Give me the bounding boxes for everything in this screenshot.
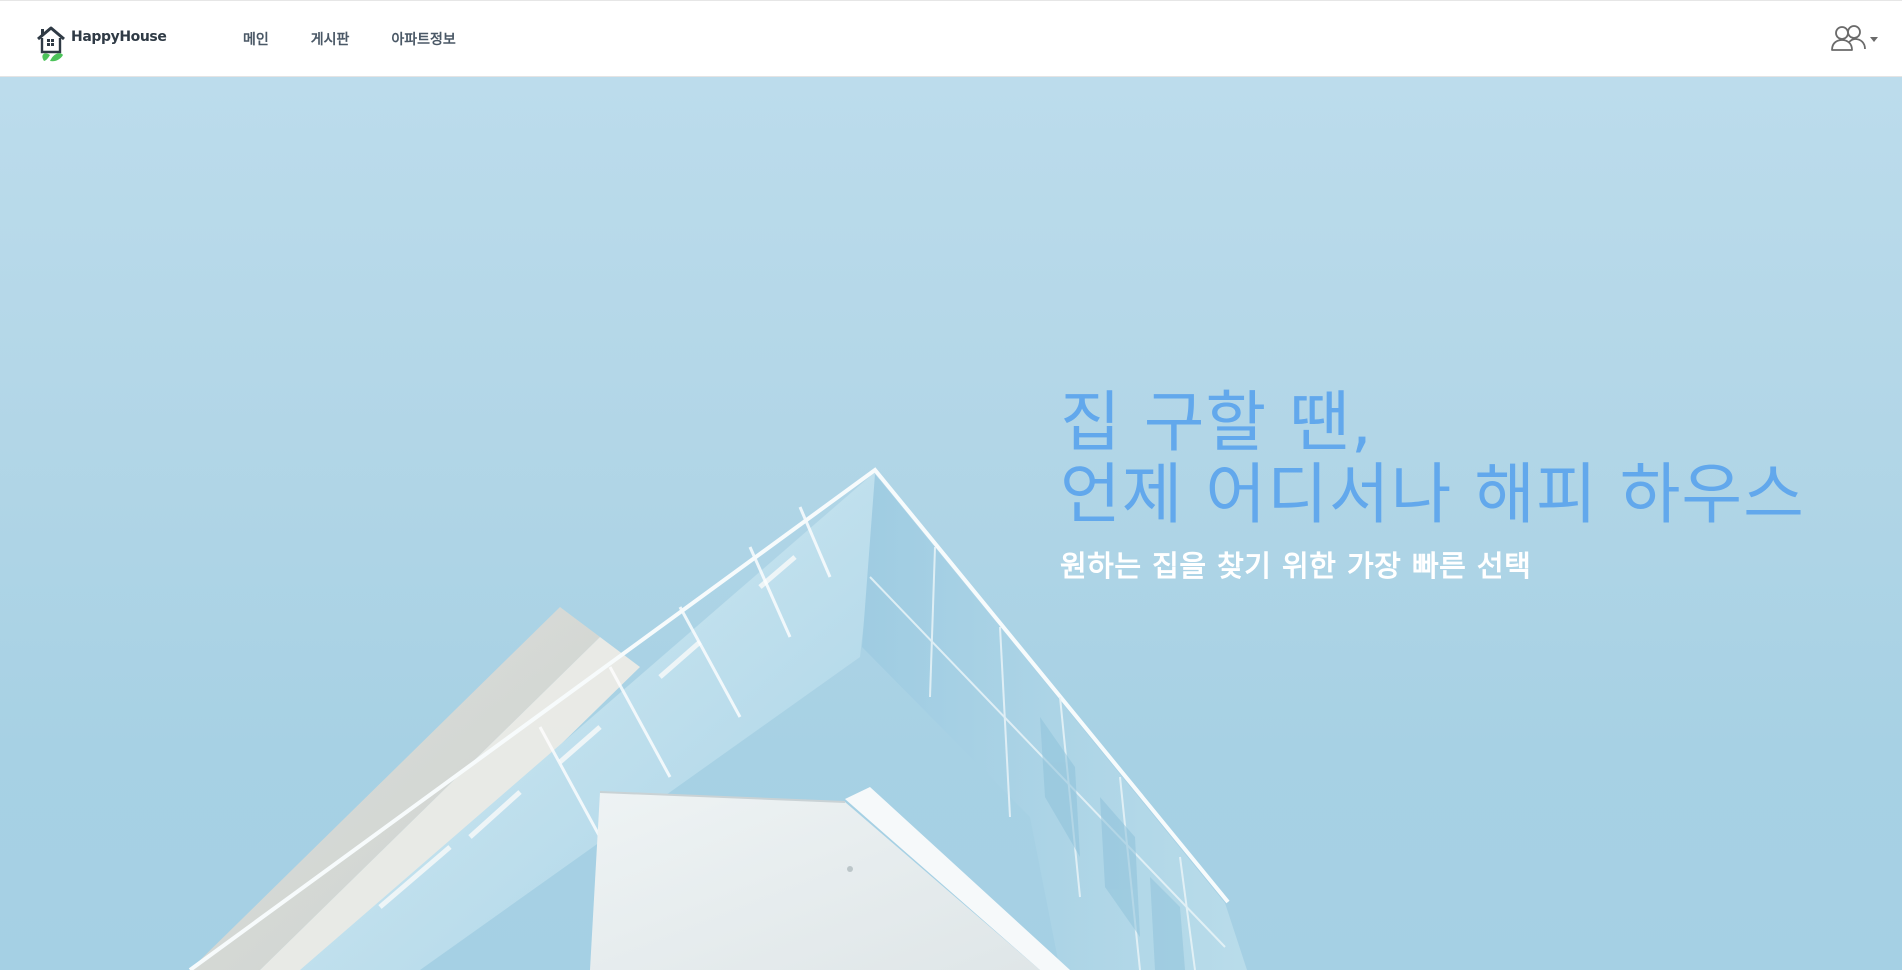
nav-link-apartment-info[interactable]: 아파트정보 <box>391 29 455 49</box>
brand-name: HappyHouse <box>71 29 167 45</box>
top-navbar: HappyHouse 메인 게시판 아파트정보 <box>0 0 1902 77</box>
hero-subtitle: 원하는 집을 찾기 위한 가장 빠른 선택 <box>1060 549 1532 583</box>
happyhouse-logo-icon <box>37 26 65 62</box>
chevron-down-icon <box>1870 37 1878 42</box>
brand-logo-link[interactable]: HappyHouse <box>36 25 167 63</box>
hero-title-line1: 집 구할 땐, <box>1060 384 1373 461</box>
nav-link-board[interactable]: 게시판 <box>311 29 350 49</box>
hero-text: 집 구할 땐, 언제 어디서나 해피 하우스 원하는 집을 찾기 위한 가장 빠… <box>1060 387 1805 585</box>
hero-section: 집 구할 땐, 언제 어디서나 해피 하우스 원하는 집을 찾기 위한 가장 빠… <box>0 77 1902 970</box>
nav-link-main[interactable]: 메인 <box>243 29 269 49</box>
users-icon <box>1831 25 1866 51</box>
main-nav: 메인 게시판 아파트정보 <box>243 29 498 49</box>
user-menu-dropdown[interactable] <box>1831 24 1879 54</box>
hero-title-line2: 언제 어디서나 해피 하우스 <box>1060 456 1805 533</box>
